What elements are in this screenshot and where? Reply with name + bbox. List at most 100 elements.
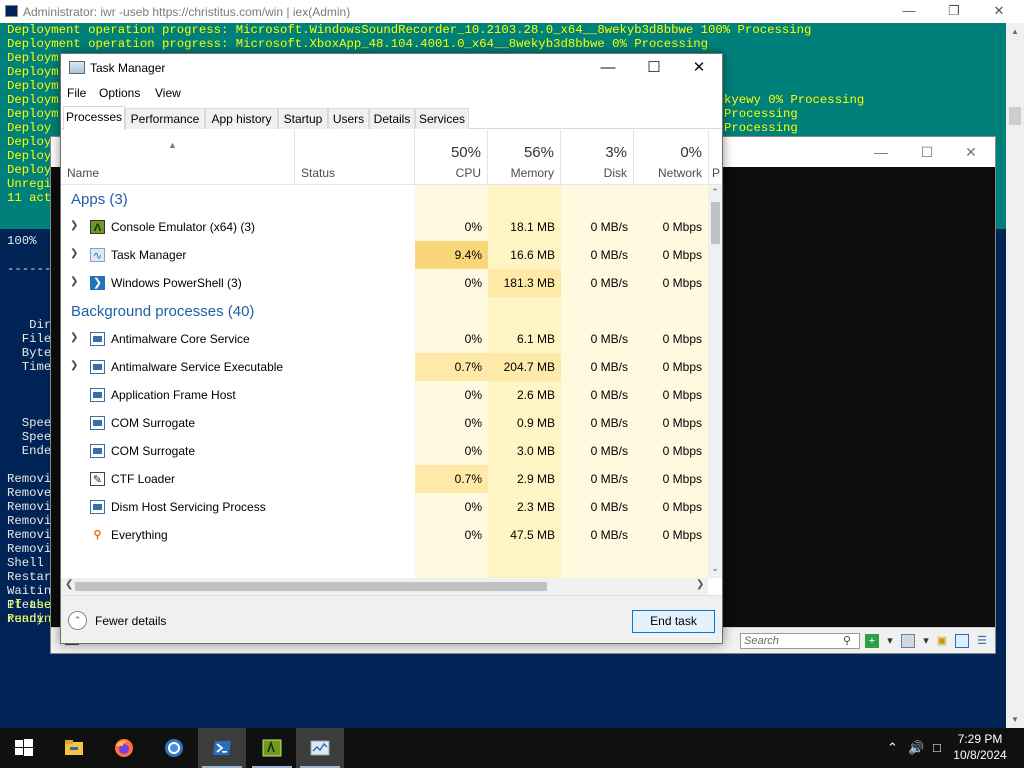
process-memory-value: 47.5 MB <box>510 528 555 542</box>
process-row[interactable]: Dism Host Servicing Process 0% 2.3 MB 0 MB/… <box>61 493 708 521</box>
minimize-button[interactable]: — <box>899 2 919 20</box>
process-row[interactable]: ❯ Antimalware Service Executable 0.7% 204.7… <box>61 353 708 381</box>
fewer-details-button[interactable]: ⌃ Fewer details <box>68 611 198 631</box>
process-name: Everything <box>111 528 168 542</box>
process-row[interactable]: ❯ Λ Console Emulator (x64) (3) 0% 18.1 MB 0 M… <box>61 213 708 241</box>
network-icon[interactable]: □ <box>933 740 941 755</box>
process-network-value: 0 Mbps <box>662 360 702 374</box>
taskbar-chrome[interactable] <box>150 728 198 768</box>
menu-file[interactable]: File <box>67 86 86 100</box>
lock-icon[interactable]: ▣ <box>935 634 949 648</box>
close-button[interactable]: ✕ <box>989 2 1009 20</box>
process-list-vscrollbar[interactable]: ⌃ ⌄ <box>708 185 722 578</box>
process-row[interactable]: ❯ ❯ Windows PowerShell (3) 0% 181.3 MB 0 MB/s… <box>61 269 708 297</box>
new-console-icon[interactable]: + <box>865 634 879 648</box>
scrollbar-thumb[interactable] <box>1009 107 1021 125</box>
hamburger-menu-icon[interactable]: ☰ <box>975 634 989 648</box>
console-line: 11 act <box>7 191 52 205</box>
tab-app-history[interactable]: App history <box>205 108 278 129</box>
tab-startup[interactable]: Startup <box>278 108 328 129</box>
system-clock[interactable]: 7:29 PM 10/8/2024 <box>950 731 1010 763</box>
scroll-down-icon[interactable]: ⌄ <box>708 563 722 574</box>
start-button[interactable] <box>0 728 48 768</box>
split-view-icon[interactable] <box>955 634 969 648</box>
scrollbar-thumb[interactable] <box>711 202 720 244</box>
powershell-titlebar[interactable]: Administrator: iwr -useb https://christi… <box>0 0 1024 23</box>
expand-chevron-icon[interactable]: ❯ <box>70 360 78 371</box>
chevron-down-icon[interactable]: ▾ <box>919 634 933 648</box>
console-line-fragment: kyewy 0% Processing <box>724 93 865 107</box>
column-disk[interactable]: 3% Disk <box>561 130 634 185</box>
taskbar-firefox[interactable] <box>100 728 148 768</box>
tab-details[interactable]: Details <box>369 108 415 129</box>
task-manager-window[interactable]: Task Manager — ☐ ✕ File Options View Pro… <box>60 53 723 644</box>
process-row[interactable]: Application Frame Host 0% 2.6 MB 0 MB/s 0 Mb… <box>61 381 708 409</box>
taskbar-file-explorer[interactable] <box>50 728 98 768</box>
process-disk-value: 0 MB/s <box>590 444 628 458</box>
console-line: Remove <box>7 486 52 500</box>
expand-chevron-icon[interactable]: ❯ <box>70 248 78 259</box>
tab-services[interactable]: Services <box>415 108 469 129</box>
maximize-button[interactable]: ☐ <box>631 54 677 82</box>
process-cpu-value: 0% <box>464 388 482 402</box>
process-cpu-value: 0% <box>464 276 482 290</box>
process-row[interactable]: COM Surrogate 0% 0.9 MB 0 MB/s 0 Mbps <box>61 409 708 437</box>
menu-options[interactable]: Options <box>99 86 140 100</box>
process-disk-value: 0 MB/s <box>590 500 628 514</box>
taskbar-conemu[interactable] <box>248 728 296 768</box>
task-manager-icon: ∿ <box>90 248 105 262</box>
column-status[interactable]: Status <box>295 130 415 185</box>
process-list[interactable]: Apps (3) ❯ Λ Console Emulator (x64) (3) 0% 18… <box>61 185 708 578</box>
expand-chevron-icon[interactable]: ❯ <box>70 276 78 287</box>
scrollbar-thumb[interactable] <box>75 582 547 591</box>
process-row[interactable]: ⚲ Everything 0% 47.5 MB 0 MB/s 0 Mbps <box>61 521 708 549</box>
maximize-button[interactable]: ☐ <box>915 143 939 161</box>
end-task-button[interactable]: End task <box>632 610 715 633</box>
task-manager-titlebar[interactable]: Task Manager — ☐ ✕ <box>61 54 722 82</box>
expand-chevron-icon[interactable]: ❯ <box>70 332 78 343</box>
group-background-processes[interactable]: Background processes (40) <box>61 297 708 325</box>
process-row[interactable]: COM Surrogate 0% 3.0 MB 0 MB/s 0 Mbps <box>61 437 708 465</box>
taskbar-powershell[interactable] <box>198 728 246 768</box>
chevron-down-icon[interactable]: ▾ <box>883 634 897 648</box>
column-memory[interactable]: 56% Memory <box>488 130 561 185</box>
search-icon[interactable]: ⚲ <box>843 634 851 647</box>
expand-chevron-icon[interactable]: ❯ <box>70 220 78 231</box>
show-hidden-icons-icon[interactable]: ⌃ <box>887 740 898 756</box>
volume-icon[interactable]: 🔊 <box>908 740 924 756</box>
console-line: Deploy <box>7 163 52 177</box>
tab-processes[interactable]: Processes <box>63 106 125 130</box>
process-row[interactable]: ❯ Antimalware Core Service 0% 6.1 MB 0 MB/s 0… <box>61 325 708 353</box>
menu-view[interactable]: View <box>155 86 181 100</box>
tab-performance[interactable]: Performance <box>125 108 205 129</box>
column-power[interactable]: P <box>709 130 722 185</box>
maximize-button[interactable]: ❐ <box>944 2 964 20</box>
process-name: COM Surrogate <box>111 416 196 430</box>
minimize-button[interactable]: — <box>869 143 893 161</box>
scroll-up-icon[interactable]: ⌃ <box>708 187 722 198</box>
minimize-button[interactable]: — <box>585 54 631 82</box>
process-cpu-value: 9.4% <box>415 241 488 269</box>
process-memory-value: 2.6 MB <box>516 388 555 402</box>
close-button[interactable]: ✕ <box>959 143 983 161</box>
scroll-up-icon[interactable]: ▲ <box>1006 23 1024 40</box>
close-button[interactable]: ✕ <box>676 54 722 82</box>
scroll-down-icon[interactable]: ▼ <box>1006 711 1024 728</box>
process-row[interactable]: ❯ ∿ Task Manager 9.4% 16.6 MB 0 MB/s 0 Mbps <box>61 241 708 269</box>
powershell-scrollbar[interactable]: ▲ ▼ <box>1006 23 1024 728</box>
group-apps[interactable]: Apps (3) <box>61 185 708 213</box>
scroll-left-icon[interactable]: ❮ <box>65 579 73 590</box>
process-row[interactable]: ✎ CTF Loader 0.7% 2.9 MB 0 MB/s 0 Mbps <box>61 465 708 493</box>
tab-users[interactable]: Users <box>328 108 369 129</box>
process-list-hscrollbar[interactable]: ❮ ❯ <box>61 578 708 595</box>
process-network-value: 0 Mbps <box>662 332 702 346</box>
conemu-search-input[interactable]: Search <box>740 633 860 649</box>
scroll-right-icon[interactable]: ❯ <box>696 579 704 590</box>
firefox-icon <box>115 739 133 757</box>
column-network[interactable]: 0% Network <box>634 130 709 185</box>
column-cpu[interactable]: 50% CPU <box>415 130 488 185</box>
taskbar-task-manager[interactable] <box>296 728 344 768</box>
column-name[interactable]: ▲ Name <box>61 130 295 185</box>
console-line: Byte <box>7 346 52 360</box>
window-list-icon[interactable] <box>901 634 915 648</box>
